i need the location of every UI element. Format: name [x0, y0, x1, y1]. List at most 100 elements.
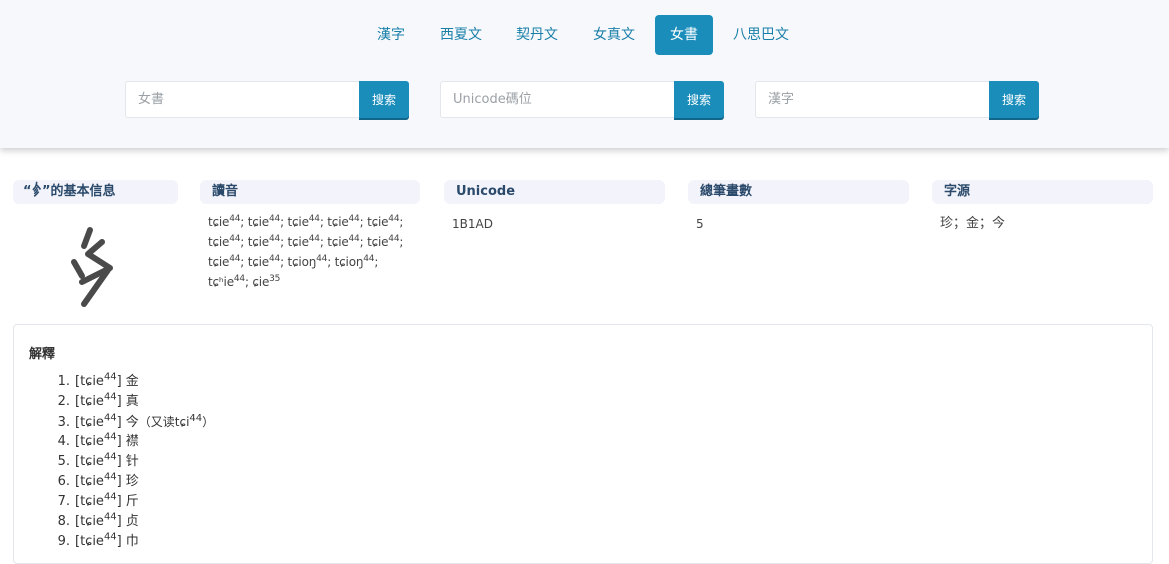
- stroke-count-value: 5: [696, 217, 704, 231]
- reading-item: tɕioŋ44: [334, 254, 375, 270]
- nushu-glyph-image: [71, 227, 113, 307]
- tab-hanzi[interactable]: 漢字: [364, 15, 418, 55]
- definition-tone: 44: [103, 491, 117, 503]
- reading-base: tɕie: [327, 215, 349, 229]
- definition-reading: tɕie: [80, 514, 104, 529]
- reading-item: tɕie44: [208, 214, 241, 230]
- reading-base: tɕie: [327, 235, 349, 249]
- reading-base: tɕie: [247, 255, 269, 269]
- reading-item: tɕie44: [247, 214, 281, 230]
- reading-base: tɕie: [247, 215, 269, 229]
- hanzi-search-button[interactable]: 搜索: [989, 81, 1039, 118]
- note-reading: tɕi: [174, 415, 190, 429]
- definition-item: 1. [tɕie44] 金: [49, 372, 214, 392]
- unicode-search-button[interactable]: 搜索: [674, 81, 724, 118]
- reading-item: tɕioŋ44: [287, 254, 328, 270]
- definition-tone: 44: [103, 511, 117, 523]
- note-prefix: （又读: [138, 415, 175, 429]
- reading-item: tɕie44: [247, 254, 281, 270]
- definition-reading: tɕie: [80, 534, 104, 549]
- definition-gloss: 斤: [125, 494, 139, 509]
- reading-tone: 44: [348, 234, 360, 244]
- tab-phags-pa[interactable]: 八思巴文: [725, 15, 797, 55]
- explanation-title: 解釋: [29, 347, 56, 362]
- reading-item: tɕie44: [327, 215, 359, 230]
- definition-reading: tɕie: [80, 434, 104, 449]
- reading-base: tɕioŋ: [334, 255, 364, 269]
- unicode-search-input[interactable]: [440, 81, 674, 118]
- definition-reading: tɕie: [80, 474, 104, 489]
- reading-item: tɕie44: [247, 234, 281, 250]
- reading-item: tɕie44: [367, 214, 400, 230]
- reading-tone: 44: [229, 214, 241, 224]
- definition-gloss: 巾: [125, 534, 139, 549]
- reading-item: ɕie35: [252, 275, 280, 290]
- reading-tone: 44: [269, 254, 281, 264]
- reading-tone: 44: [269, 214, 281, 224]
- script-tabs: 漢字 西夏文 契丹文 女真文 女書 八思巴文: [0, 15, 1169, 55]
- definition-item: 7. [tɕie44] 斤: [49, 492, 214, 512]
- reading-tone: 44: [308, 234, 320, 244]
- explanation-panel: 解釋 1. [tɕie44] 金 2. [tɕie44] 真 3. [tɕie44] 今（又读t…: [13, 324, 1153, 564]
- definition-gloss: 今: [125, 415, 139, 430]
- reading-item: tɕie44: [288, 234, 320, 250]
- tab-khitan[interactable]: 契丹文: [504, 15, 570, 55]
- header-band: 漢字 西夏文 契丹文 女真文 女書 八思巴文 搜索 搜索 搜索: [0, 0, 1169, 148]
- definition-gloss: 贞: [125, 514, 139, 529]
- unicode-heading: Unicode: [444, 180, 665, 204]
- basic-info-heading: “𛆭”的基本信息: [13, 180, 178, 204]
- definition-item: 5. [tɕie44] 针: [49, 452, 214, 472]
- definition-tone: 44: [103, 412, 117, 424]
- definition-item: 8. [tɕie44] 贞: [49, 512, 214, 532]
- definition-gloss: 金: [125, 374, 139, 389]
- definition-gloss: 真: [125, 394, 139, 409]
- unicode-value: 1B1AD: [452, 217, 493, 231]
- reading-tone: 44: [229, 254, 241, 264]
- definition-gloss: 针: [125, 454, 139, 469]
- definition-number: 1.: [57, 374, 70, 389]
- note-tone: 44: [189, 413, 203, 424]
- definition-number: 2.: [57, 394, 70, 409]
- reading-tone: 44: [233, 274, 245, 284]
- nushu-search-button[interactable]: 搜索: [359, 81, 409, 118]
- unicode-search: 搜索: [440, 81, 724, 118]
- reading-tone: 44: [229, 234, 241, 244]
- reading-item: tɕie44: [208, 234, 241, 250]
- definition-tone: 44: [103, 371, 117, 383]
- definition-item: 6. [tɕie44] 珍: [49, 472, 214, 492]
- definition-number: 7.: [57, 494, 70, 509]
- reading-tone: 44: [388, 234, 400, 244]
- definition-reading: tɕie: [80, 415, 104, 430]
- definition-note: （又读tɕi44）: [138, 413, 214, 430]
- definition-tone: 44: [103, 431, 117, 443]
- reading-tone: 44: [363, 254, 375, 264]
- reading-base: tɕie: [367, 235, 389, 249]
- reading-item: tɕie44: [208, 254, 241, 270]
- reading-base: tɕioŋ: [287, 255, 317, 269]
- definition-reading: tɕie: [80, 374, 104, 389]
- tab-nushu[interactable]: 女書: [655, 15, 713, 55]
- reading-tone: 44: [388, 214, 400, 224]
- definition-number: 3.: [57, 415, 70, 430]
- definition-item: 2. [tɕie44] 真: [49, 392, 214, 412]
- reading-base: tɕie: [208, 235, 230, 249]
- reading-base: tɕie: [367, 215, 389, 229]
- definition-item: 3. [tɕie44] 今（又读tɕi44）: [49, 412, 215, 432]
- reading-base: tɕie: [247, 235, 269, 249]
- definition-item: 9. [tɕie44] 巾: [49, 532, 214, 552]
- reading-item: tɕie44: [288, 215, 320, 230]
- hanzi-search-input[interactable]: [755, 81, 989, 118]
- definition-number: 9.: [57, 534, 70, 549]
- reading-item: tɕie44: [327, 234, 360, 250]
- definition-number: 8.: [57, 514, 70, 529]
- reading-tone: 44: [316, 254, 328, 264]
- definition-tone: 44: [103, 391, 117, 403]
- tab-tangut[interactable]: 西夏文: [432, 15, 490, 55]
- definition-number: 5.: [57, 454, 70, 469]
- definition-reading: tɕie: [80, 494, 104, 509]
- reading-tone: 44: [269, 234, 281, 244]
- stroke-count-heading: 總筆畫數: [688, 180, 909, 204]
- definition-item: 4. [tɕie44] 襟: [49, 432, 214, 452]
- nushu-search-input[interactable]: [125, 81, 359, 118]
- tab-jurchen[interactable]: 女真文: [584, 15, 644, 55]
